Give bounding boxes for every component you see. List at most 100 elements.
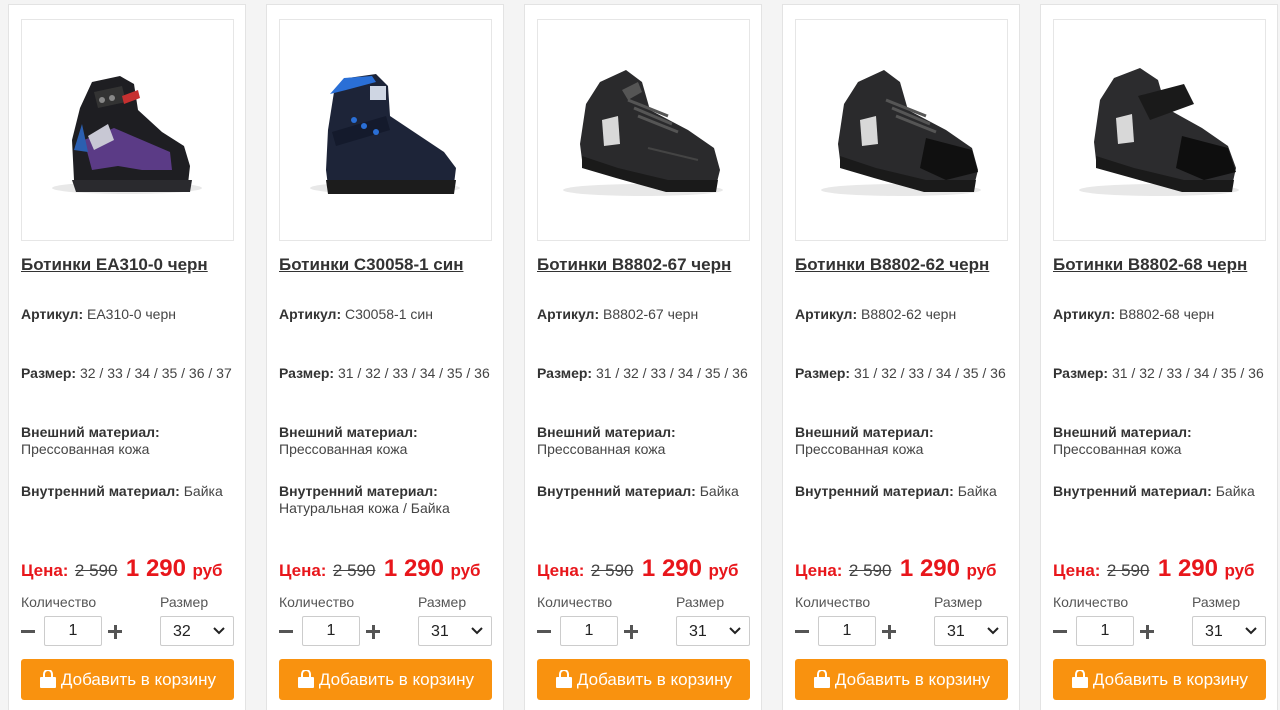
article-value: B8802-67 черн bbox=[603, 306, 699, 322]
product-card: Ботинки B8802-62 черн Артикул: B8802-62 … bbox=[782, 4, 1020, 710]
old-price: 2 590 bbox=[332, 561, 376, 580]
article-label: Артикул: bbox=[795, 306, 858, 322]
quantity-input[interactable] bbox=[44, 616, 102, 646]
add-to-cart-label: Добавить в корзину bbox=[576, 669, 733, 689]
size-select-label: Размер bbox=[934, 594, 983, 610]
product-card: Ботинки B8802-67 черн Артикул: B8802-67 … bbox=[524, 4, 762, 710]
shopping-bag-icon bbox=[813, 670, 830, 688]
plus-icon[interactable] bbox=[108, 617, 124, 645]
sizes-value: 31 / 32 / 33 / 34 / 35 / 36 bbox=[1111, 365, 1264, 381]
plus-icon[interactable] bbox=[1140, 617, 1156, 645]
size-select-label: Размер bbox=[676, 594, 725, 610]
add-to-cart-label: Добавить в корзину bbox=[1092, 669, 1249, 689]
sizes-value: 32 / 33 / 34 / 35 / 36 / 37 bbox=[79, 365, 232, 381]
product-article: Артикул: B8802-68 черн bbox=[1053, 306, 1268, 323]
inner-label: Внутренний материал: bbox=[21, 483, 180, 499]
quantity-input[interactable] bbox=[818, 616, 876, 646]
product-inner-material: Внутренний материал: Байка bbox=[21, 483, 236, 500]
add-to-cart-label: Добавить в корзину bbox=[318, 669, 475, 689]
outer-value: Прессованная кожа bbox=[795, 441, 924, 457]
new-price: 1 290 bbox=[641, 555, 702, 582]
product-sizes: Размер: 31 / 32 / 33 / 34 / 35 / 36 bbox=[537, 365, 752, 382]
size-select-value: 32 bbox=[173, 623, 191, 640]
boot-image bbox=[310, 74, 460, 194]
outer-label: Внешний материал: bbox=[21, 424, 160, 440]
outer-value: Прессованная кожа bbox=[21, 441, 150, 457]
quantity-input[interactable] bbox=[1076, 616, 1134, 646]
product-title[interactable]: Ботинки B8802-67 черн bbox=[537, 255, 731, 275]
product-image[interactable] bbox=[21, 19, 234, 241]
size-label: Размер: bbox=[21, 365, 77, 381]
outer-value: Прессованная кожа bbox=[537, 441, 666, 457]
product-title[interactable]: Ботинки B8802-68 черн bbox=[1053, 255, 1247, 275]
article-label: Артикул: bbox=[21, 306, 84, 322]
product-price: Цена: 2 590 1 290 руб bbox=[537, 555, 739, 583]
product-image[interactable] bbox=[1053, 19, 1266, 241]
product-title[interactable]: Ботинки C30058-1 син bbox=[279, 255, 463, 275]
size-select[interactable]: 31 bbox=[934, 616, 1008, 646]
add-to-cart-button[interactable]: Добавить в корзину bbox=[537, 659, 750, 700]
outer-value: Прессованная кожа bbox=[1053, 441, 1182, 457]
quantity-input[interactable] bbox=[302, 616, 360, 646]
product-outer-material: Внешний материал: Прессованная кожа bbox=[537, 424, 752, 458]
product-inner-material: Внутренний материал: Байка bbox=[1053, 483, 1268, 500]
minus-icon[interactable] bbox=[795, 617, 811, 645]
product-article: Артикул: C30058-1 син bbox=[279, 306, 494, 323]
shopping-bag-icon bbox=[1071, 670, 1088, 688]
new-price: 1 290 bbox=[383, 555, 444, 582]
minus-icon[interactable] bbox=[537, 617, 553, 645]
old-price: 2 590 bbox=[1106, 561, 1150, 580]
plus-icon[interactable] bbox=[882, 617, 898, 645]
shopping-bag-icon bbox=[297, 670, 314, 688]
inner-value: Байка bbox=[1215, 483, 1255, 499]
plus-icon[interactable] bbox=[366, 617, 382, 645]
price-label: Цена: bbox=[1053, 561, 1101, 580]
product-price: Цена: 2 590 1 290 руб bbox=[1053, 555, 1255, 583]
product-sizes: Размер: 32 / 33 / 34 / 35 / 36 / 37 bbox=[21, 365, 236, 382]
minus-icon[interactable] bbox=[279, 617, 295, 645]
product-article: Артикул: EA310-0 черн bbox=[21, 306, 236, 323]
product-title[interactable]: Ботинки B8802-62 черн bbox=[795, 255, 989, 275]
quantity-label: Количество bbox=[1053, 594, 1129, 610]
sizes-value: 31 / 32 / 33 / 34 / 35 / 36 bbox=[337, 365, 490, 381]
chevron-down-icon bbox=[987, 627, 999, 635]
add-to-cart-label: Добавить в корзину bbox=[834, 669, 991, 689]
inner-value: Натуральная кожа / Байка bbox=[279, 500, 450, 516]
product-image[interactable] bbox=[279, 19, 492, 241]
price-label: Цена: bbox=[21, 561, 69, 580]
minus-icon[interactable] bbox=[1053, 617, 1069, 645]
old-price: 2 590 bbox=[74, 561, 118, 580]
inner-label: Внутренний материал: bbox=[279, 483, 438, 499]
add-to-cart-button[interactable]: Добавить в корзину bbox=[795, 659, 1008, 700]
product-outer-material: Внешний материал: Прессованная кожа bbox=[1053, 424, 1268, 458]
plus-icon[interactable] bbox=[624, 617, 640, 645]
product-image[interactable] bbox=[537, 19, 750, 241]
minus-icon[interactable] bbox=[21, 617, 37, 645]
new-price: 1 290 bbox=[1157, 555, 1218, 582]
add-to-cart-button[interactable]: Добавить в корзину bbox=[21, 659, 234, 700]
product-card: Ботинки B8802-68 черн Артикул: B8802-68 … bbox=[1040, 4, 1278, 710]
price-label: Цена: bbox=[537, 561, 585, 580]
size-select[interactable]: 31 bbox=[418, 616, 492, 646]
size-label: Размер: bbox=[795, 365, 851, 381]
size-select[interactable]: 32 bbox=[160, 616, 234, 646]
shopping-bag-icon bbox=[39, 670, 56, 688]
size-select[interactable]: 31 bbox=[676, 616, 750, 646]
currency: руб bbox=[708, 561, 739, 580]
price-label: Цена: bbox=[795, 561, 843, 580]
chevron-down-icon bbox=[471, 627, 483, 635]
size-select[interactable]: 31 bbox=[1192, 616, 1266, 646]
product-image[interactable] bbox=[795, 19, 1008, 241]
add-to-cart-button[interactable]: Добавить в корзину bbox=[1053, 659, 1266, 700]
product-sizes: Размер: 31 / 32 / 33 / 34 / 35 / 36 bbox=[795, 365, 1010, 382]
add-to-cart-button[interactable]: Добавить в корзину bbox=[279, 659, 492, 700]
article-label: Артикул: bbox=[279, 306, 342, 322]
old-price: 2 590 bbox=[848, 561, 892, 580]
size-select-label: Размер bbox=[1192, 594, 1241, 610]
product-title[interactable]: Ботинки EA310-0 черн bbox=[21, 255, 208, 275]
quantity-label: Количество bbox=[279, 594, 355, 610]
size-label: Размер: bbox=[279, 365, 335, 381]
article-label: Артикул: bbox=[1053, 306, 1116, 322]
quantity-input[interactable] bbox=[560, 616, 618, 646]
product-inner-material: Внутренний материал: Натуральная кожа / Б… bbox=[279, 483, 494, 517]
